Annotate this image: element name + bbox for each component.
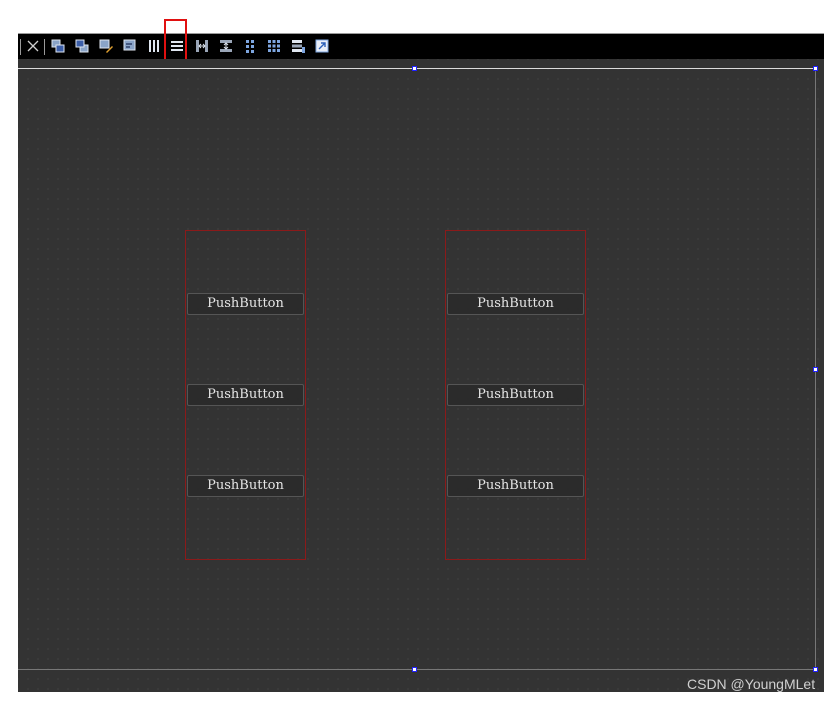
bring-to-front-icon[interactable] (49, 37, 67, 55)
break-layout-icon[interactable] (289, 37, 307, 55)
resize-handle[interactable] (813, 66, 818, 71)
watermark: CSDN @YoungMLet (687, 676, 816, 692)
resize-handle[interactable] (412, 66, 417, 71)
layout-grid-icon[interactable] (265, 37, 283, 55)
layout-form-icon[interactable] (241, 37, 259, 55)
push-button[interactable]: PushButton (447, 384, 584, 406)
designer-toolbar (18, 33, 824, 59)
toolbar-separator (20, 39, 21, 55)
edit-widgets-icon[interactable] (97, 37, 115, 55)
adjust-size-icon[interactable] (313, 37, 331, 55)
form-canvas[interactable] (18, 59, 824, 692)
push-button[interactable]: PushButton (187, 293, 304, 315)
close-icon[interactable] (24, 37, 42, 55)
splitter-vertical-icon[interactable] (217, 37, 235, 55)
splitter-horizontal-icon[interactable] (193, 37, 211, 55)
send-to-back-icon[interactable] (73, 37, 91, 55)
form-border-bottom (18, 669, 816, 670)
layout-horizontally-icon[interactable] (145, 37, 163, 55)
resize-handle[interactable] (813, 367, 818, 372)
toolbar-separator (44, 39, 45, 55)
push-button[interactable]: PushButton (187, 384, 304, 406)
resize-handle[interactable] (813, 667, 818, 672)
push-button[interactable]: PushButton (187, 475, 304, 497)
push-button[interactable]: PushButton (447, 475, 584, 497)
edit-buddies-icon[interactable] (121, 37, 139, 55)
resize-handle[interactable] (412, 667, 417, 672)
push-button[interactable]: PushButton (447, 293, 584, 315)
form-border-top (18, 68, 816, 69)
